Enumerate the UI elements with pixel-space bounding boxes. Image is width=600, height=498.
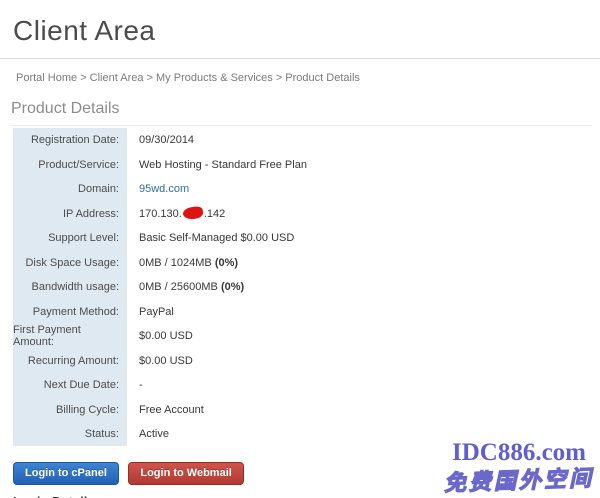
disk-usage-percent: (0%) (215, 257, 238, 269)
row-label: First Payment Amount: (13, 324, 127, 349)
row-value: $0.00 USD (127, 355, 193, 367)
row-label: Disk Space Usage: (13, 250, 127, 275)
table-row-billing-cycle: Billing Cycle: Free Account (13, 397, 592, 422)
ip-prefix: 170.130. (139, 208, 182, 220)
row-label: Recurring Amount: (13, 348, 127, 373)
table-row-domain: Domain: 95wd.com (13, 177, 592, 202)
table-row-status: Status: Active (13, 422, 592, 447)
table-row-payment-method: Payment Method: PayPal (13, 299, 592, 324)
row-label: Product/Service: (13, 152, 127, 177)
row-value: $0.00 USD (127, 330, 193, 342)
row-value: 0MB / 1024MB (0%) (127, 257, 238, 269)
row-value: 09/30/2014 (127, 134, 194, 146)
row-label: Payment Method: (13, 299, 127, 324)
row-value: 170.130. .142 (127, 207, 225, 220)
product-details-table: Registration Date: 09/30/2014 Product/Se… (13, 128, 592, 447)
bandwidth-usage-percent: (0%) (221, 281, 244, 293)
row-value: 95wd.com (127, 183, 189, 195)
ip-redaction-blob (182, 206, 203, 220)
table-row-first-payment-amount: First Payment Amount: $0.00 USD (13, 324, 592, 349)
status-value: Active (127, 428, 169, 440)
header-divider (0, 58, 600, 59)
login-to-cpanel-button[interactable]: Login to cPanel (13, 462, 119, 485)
table-row-ip-address: IP Address: 170.130. .142 (13, 201, 592, 226)
action-buttons: Login to cPanel Login to Webmail (13, 462, 600, 485)
row-label: Status: (13, 422, 127, 447)
row-value: 0MB / 25600MB (0%) (127, 281, 244, 293)
row-value: PayPal (127, 306, 174, 318)
bandwidth-usage-value: 0MB / 25600MB (139, 281, 221, 293)
page-title: Client Area (0, 0, 600, 47)
table-row-registration-date: Registration Date: 09/30/2014 (13, 128, 592, 153)
row-value: Web Hosting - Standard Free Plan (127, 159, 307, 171)
ip-suffix: .142 (204, 208, 225, 220)
table-row-support-level: Support Level: Basic Self-Managed $0.00 … (13, 226, 592, 251)
row-label: Registration Date: (13, 128, 127, 153)
row-label: Next Due Date: (13, 373, 127, 398)
row-label: Domain: (13, 177, 127, 202)
row-label: Billing Cycle: (13, 397, 127, 422)
row-value: Basic Self-Managed $0.00 USD (127, 232, 294, 244)
table-row-recurring-amount: Recurring Amount: $0.00 USD (13, 348, 592, 373)
table-row-disk-space-usage: Disk Space Usage: 0MB / 1024MB (0%) (13, 250, 592, 275)
row-label: IP Address: (13, 201, 127, 226)
row-label: Bandwidth usage: (13, 275, 127, 300)
disk-usage-value: 0MB / 1024MB (139, 257, 215, 269)
row-label: Support Level: (13, 226, 127, 251)
row-value: Free Account (127, 404, 204, 416)
section-title-product-details: Product Details (11, 100, 592, 126)
client-area-page: Client Area Portal Home > Client Area > … (0, 0, 600, 498)
table-row-next-due-date: Next Due Date: - (13, 373, 592, 398)
row-value: - (127, 379, 143, 391)
table-row-product-service: Product/Service: Web Hosting - Standard … (13, 152, 592, 177)
domain-link[interactable]: 95wd.com (139, 183, 189, 195)
table-row-bandwidth-usage: Bandwidth usage: 0MB / 25600MB (0%) (13, 275, 592, 300)
login-to-webmail-button[interactable]: Login to Webmail (128, 462, 243, 485)
breadcrumb[interactable]: Portal Home > Client Area > My Products … (16, 72, 600, 84)
login-details-title: Login Details (13, 494, 600, 498)
